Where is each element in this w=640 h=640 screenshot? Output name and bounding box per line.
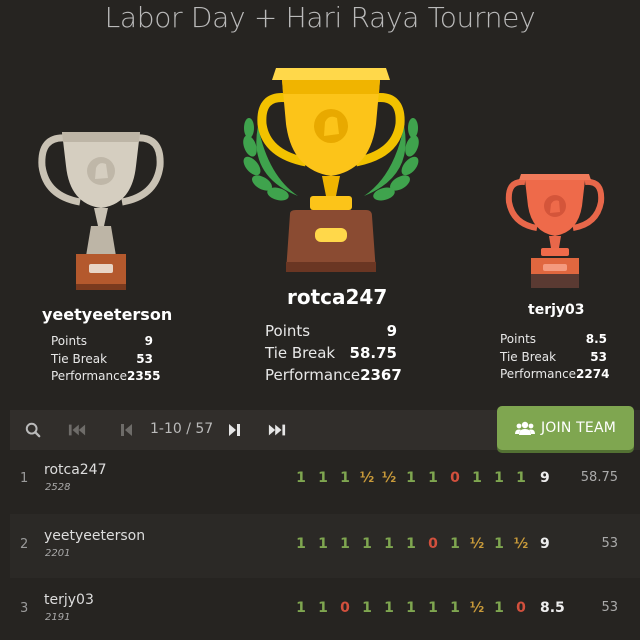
- round-result[interactable]: 1: [356, 600, 378, 616]
- round-result[interactable]: ½: [466, 536, 488, 552]
- last-page-icon[interactable]: [268, 422, 286, 438]
- rank-number: 2: [20, 537, 29, 552]
- join-team-label: JOIN TEAM: [540, 420, 617, 436]
- total-score: 9: [540, 536, 550, 552]
- round-result[interactable]: 1: [444, 600, 466, 616]
- round-result[interactable]: 1: [290, 600, 312, 616]
- table-row[interactable]: 2 yeetyeeterson 2201 1 1 1 1 1 1 0 1 ½ 1 ½ 9 53: [10, 514, 640, 578]
- round-result[interactable]: 1: [488, 536, 510, 552]
- round-result[interactable]: 1: [466, 470, 488, 486]
- tiebreak-label: Tie Break: [51, 351, 108, 366]
- player-name[interactable]: terjy03: [44, 592, 94, 608]
- round-result[interactable]: 1: [378, 600, 400, 616]
- total-score: 9: [540, 470, 550, 486]
- rank-number: 1: [20, 471, 29, 486]
- tiebreak-value: 53: [136, 351, 153, 366]
- round-result[interactable]: 0: [444, 470, 466, 486]
- performance-value: 2274: [576, 367, 610, 381]
- round-results: 11111101½1½: [290, 536, 532, 552]
- tiebreak-value: 58.75: [349, 344, 397, 362]
- points-value: 9: [386, 322, 397, 340]
- player-rating: 2201: [45, 548, 71, 559]
- third-place-stats: Points 8.5 Tie Break 53 Performance 2274: [500, 331, 610, 384]
- tiebreak-label: Tie Break: [265, 344, 336, 362]
- next-page-icon[interactable]: [226, 422, 244, 438]
- player-name[interactable]: rotca247: [44, 462, 107, 478]
- round-result[interactable]: 1: [400, 600, 422, 616]
- player-rating: 2191: [45, 612, 71, 623]
- table-row[interactable]: 3 terjy03 2191 1 1 0 1 1 1 1 1 ½ 1 0 8.5 53: [10, 578, 640, 640]
- round-results: 11011111½10: [290, 600, 532, 616]
- first-page-icon[interactable]: [68, 422, 86, 438]
- first-place-name[interactable]: rotca247: [287, 285, 387, 309]
- round-result[interactable]: 1: [312, 536, 334, 552]
- round-result[interactable]: 1: [356, 536, 378, 552]
- round-result[interactable]: 1: [510, 470, 532, 486]
- round-result[interactable]: 1: [334, 536, 356, 552]
- team-icon: [514, 421, 535, 435]
- rank-number: 3: [20, 601, 29, 616]
- round-result[interactable]: 1: [488, 600, 510, 616]
- search-icon[interactable]: [24, 422, 42, 438]
- performance-label: Performance: [265, 366, 361, 384]
- round-results: 111½½110111: [290, 470, 532, 486]
- silver-trophy-icon: [38, 132, 164, 290]
- round-result[interactable]: 1: [400, 470, 422, 486]
- second-place-name[interactable]: yeetyeeterson: [42, 305, 172, 324]
- third-place-name[interactable]: terjy03: [528, 302, 585, 318]
- round-result[interactable]: 1: [422, 600, 444, 616]
- bronze-trophy-icon: [505, 174, 605, 288]
- tiebreak-label: Tie Break: [500, 349, 557, 364]
- player-name[interactable]: yeetyeeterson: [44, 528, 145, 544]
- round-result[interactable]: 1: [334, 470, 356, 486]
- tiebreak-score: 53: [601, 536, 618, 551]
- tournament-title: Labor Day + Hari Raya Tourney: [104, 1, 536, 34]
- round-result[interactable]: ½: [510, 536, 532, 552]
- tiebreak-score: 53: [601, 600, 618, 615]
- round-result[interactable]: 1: [290, 536, 312, 552]
- round-result[interactable]: 1: [290, 470, 312, 486]
- tiebreak-score: 58.75: [580, 470, 618, 485]
- join-team-button[interactable]: JOIN TEAM: [497, 406, 634, 450]
- performance-value: 2355: [127, 369, 161, 383]
- points-label: Points: [51, 334, 88, 348]
- round-result[interactable]: 0: [422, 536, 444, 552]
- points-value: 8.5: [585, 332, 607, 346]
- table-row[interactable]: 1 rotca247 2528 1 1 1 ½ ½ 1 1 0 1 1 1 9 58.75: [10, 448, 640, 512]
- first-place-stats: Points 9 Tie Break 58.75 Performance 2367: [265, 320, 402, 386]
- round-result[interactable]: ½: [466, 600, 488, 616]
- round-result[interactable]: 1: [400, 536, 422, 552]
- round-result[interactable]: 0: [334, 600, 356, 616]
- performance-label: Performance: [500, 367, 577, 381]
- round-result[interactable]: 1: [312, 600, 334, 616]
- player-rating: 2528: [45, 482, 71, 493]
- round-result[interactable]: 1: [488, 470, 510, 486]
- round-result[interactable]: 1: [444, 536, 466, 552]
- round-result[interactable]: 1: [312, 470, 334, 486]
- gold-trophy-icon: [243, 68, 419, 272]
- points-label: Points: [500, 332, 537, 346]
- round-result[interactable]: 1: [378, 536, 400, 552]
- points-label: Points: [265, 322, 311, 340]
- round-result[interactable]: 1: [422, 470, 444, 486]
- tiebreak-value: 53: [590, 349, 607, 364]
- pager-text: 1-10 / 57: [150, 421, 214, 437]
- round-result[interactable]: ½: [378, 470, 400, 486]
- round-result[interactable]: ½: [356, 470, 378, 486]
- points-value: 9: [144, 334, 153, 348]
- round-result[interactable]: 0: [510, 600, 532, 616]
- performance-value: 2367: [360, 366, 402, 384]
- prev-page-icon[interactable]: [117, 422, 135, 438]
- second-place-stats: Points 9 Tie Break 53 Performance 2355: [51, 333, 160, 386]
- performance-label: Performance: [51, 369, 128, 383]
- total-score: 8.5: [540, 600, 565, 616]
